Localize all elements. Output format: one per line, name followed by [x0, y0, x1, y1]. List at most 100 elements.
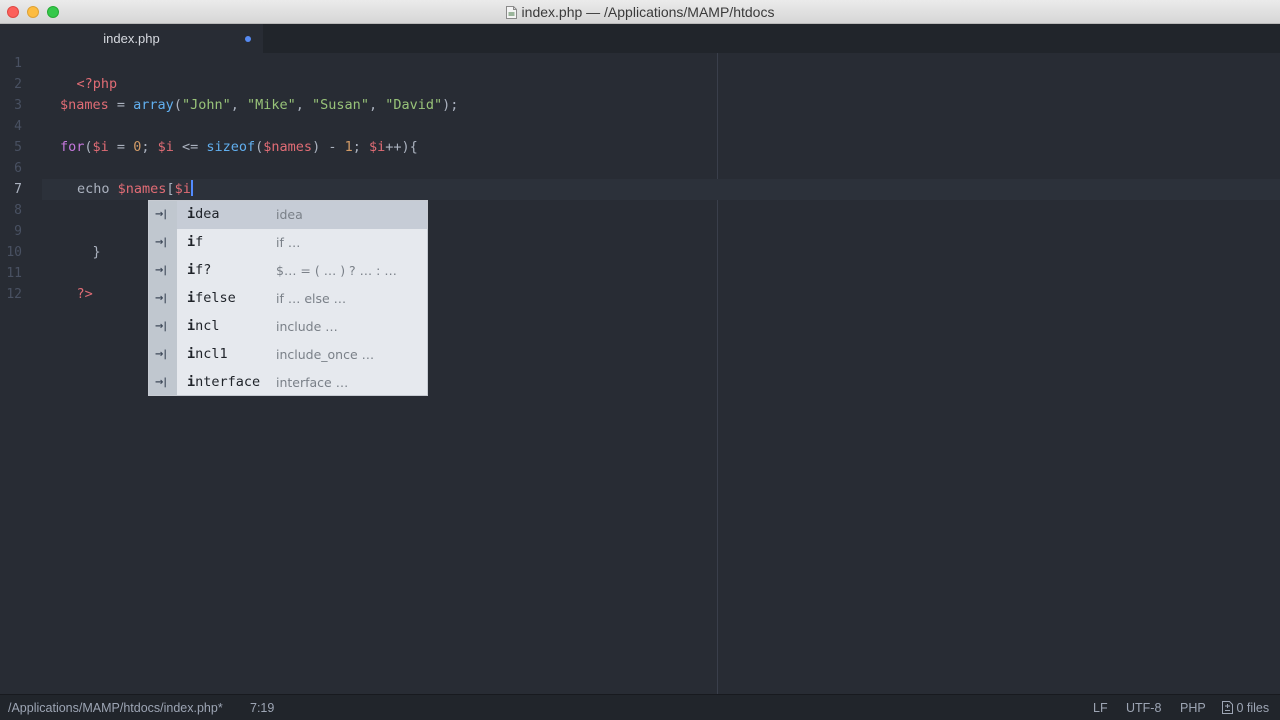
string-token: "John" [181, 97, 231, 113]
variable-token: $names [263, 139, 313, 155]
snippet-icon-box: →| [149, 285, 177, 313]
operator-token: = [108, 97, 134, 113]
suggestion-rest: dea [195, 206, 220, 222]
tab-arrow-icon: →| [155, 293, 168, 304]
autocomplete-item[interactable]: →| ifelse if … else … [149, 285, 427, 313]
code-line-7: echo $names[$i [77, 179, 193, 200]
suggestion-text: idea [187, 206, 220, 222]
status-line-ending[interactable]: LF [1093, 701, 1108, 715]
window-title: index.php — /Applications/MAMP/htdocs [0, 0, 1280, 24]
suggestion-rest: ncl [195, 318, 220, 334]
line-number-active: 7 [14, 182, 22, 197]
status-grammar[interactable]: PHP [1180, 701, 1206, 715]
snippet-icon-box: →| [149, 313, 177, 341]
status-git-files[interactable]: 0 files [1222, 701, 1269, 715]
line-number: 11 [6, 266, 22, 281]
suggestion-description: idea [276, 207, 303, 222]
window-titlebar: index.php — /Applications/MAMP/htdocs [0, 0, 1280, 24]
variable-token: $i [369, 139, 386, 155]
line-number: 10 [6, 245, 22, 260]
punctuation-token: ( [84, 139, 93, 155]
variable-token: $names [60, 97, 109, 113]
suggestion-description: if … else … [276, 291, 347, 306]
suggestion-rest: felse [195, 290, 236, 306]
tab-bar: index.php [0, 24, 1280, 53]
tab-arrow-icon: →| [155, 209, 168, 220]
suggestion-text: if [187, 234, 203, 250]
line-number: 5 [14, 140, 22, 155]
status-bar: /Applications/MAMP/htdocs/index.php* 7:1… [0, 694, 1280, 720]
tab-arrow-icon: →| [155, 377, 168, 388]
tab-arrow-icon: →| [155, 321, 168, 332]
line-number: 9 [14, 224, 22, 239]
suggestion-description: interface … [276, 375, 349, 390]
suggestion-text: interface [187, 374, 260, 390]
suggestion-text: incl1 [187, 346, 228, 362]
autocomplete-popup[interactable]: →| idea idea →| if if … →| if? $… = ( … … [148, 200, 428, 396]
snippet-icon-box: →| [149, 201, 177, 229]
status-cursor-position[interactable]: 7:19 [250, 701, 274, 715]
punctuation-token: ; [352, 139, 369, 155]
suggestion-description: include … [276, 319, 338, 334]
text-cursor [190, 180, 193, 196]
variable-token: $i [174, 181, 191, 197]
autocomplete-item-selected[interactable]: →| idea idea [149, 201, 427, 229]
php-close-tag: ?> [76, 286, 93, 302]
autocomplete-item[interactable]: →| incl1 include_once … [149, 341, 427, 369]
string-token: "Mike" [247, 97, 296, 113]
match-prefix: i [187, 346, 196, 362]
variable-token: $names [117, 181, 167, 197]
window-title-text: index.php — /Applications/MAMP/htdocs [521, 4, 775, 20]
git-files-label: 0 files [1236, 701, 1270, 715]
line-number: 8 [14, 203, 22, 218]
suggestion-rest: f [195, 234, 204, 250]
keyword-token: echo [77, 181, 118, 197]
punctuation-token: , [368, 97, 386, 113]
suggestion-text: if? [187, 262, 211, 278]
variable-token: $i [92, 139, 109, 155]
suggestion-rest: nterface [195, 374, 261, 390]
snippet-icon-box: →| [149, 341, 177, 369]
line-number: 6 [14, 161, 22, 176]
function-token: sizeof [206, 139, 256, 155]
match-prefix: i [187, 318, 196, 334]
code-line-5: for($i = 0; $i <= sizeof($names) - 1; $i… [60, 137, 418, 158]
suggestion-description: include_once … [276, 347, 375, 362]
autocomplete-item[interactable]: →| if? $… = ( … ) ? … : … [149, 257, 427, 285]
punctuation-token: ; [141, 139, 158, 155]
code-line-1: <?php [44, 53, 118, 92]
tab-index-php[interactable]: index.php [0, 24, 263, 53]
match-prefix: i [187, 234, 196, 250]
punctuation-token: , [295, 97, 313, 113]
code-line-9: } [60, 221, 101, 260]
match-prefix: i [187, 374, 196, 390]
operator-token: = [108, 139, 134, 155]
status-encoding[interactable]: UTF-8 [1126, 701, 1161, 715]
code-line-3: $names = array("John", "Mike", "Susan", … [60, 95, 458, 116]
keyword-token: for [60, 139, 85, 155]
suggestion-description: $… = ( … ) ? … : … [276, 263, 397, 278]
suggestion-description: if … [276, 235, 301, 250]
php-open-tag: <?php [76, 76, 118, 92]
operator-token: ) - [312, 139, 345, 155]
punctuation-token: ); [442, 97, 459, 113]
suggestion-text: incl [187, 318, 220, 334]
suggestion-text: ifelse [187, 290, 236, 306]
modified-indicator-icon[interactable] [245, 36, 251, 42]
tab-arrow-icon: →| [155, 237, 168, 248]
punctuation-token: ++){ [385, 139, 418, 155]
autocomplete-item[interactable]: →| incl include … [149, 313, 427, 341]
function-token: array [133, 97, 174, 113]
autocomplete-item[interactable]: →| if if … [149, 229, 427, 257]
string-token: "David" [385, 97, 443, 113]
snippet-icon-box: →| [149, 257, 177, 285]
number-token: 1 [344, 139, 353, 155]
snippet-icon-box: →| [149, 229, 177, 257]
status-file-path[interactable]: /Applications/MAMP/htdocs/index.php* [8, 701, 223, 715]
autocomplete-item[interactable]: →| interface interface … [149, 369, 427, 395]
punctuation-token: } [92, 244, 101, 260]
match-prefix: i [187, 290, 196, 306]
line-number: 12 [6, 287, 22, 302]
file-diff-icon [1222, 701, 1233, 714]
suggestion-rest: f? [195, 262, 212, 278]
